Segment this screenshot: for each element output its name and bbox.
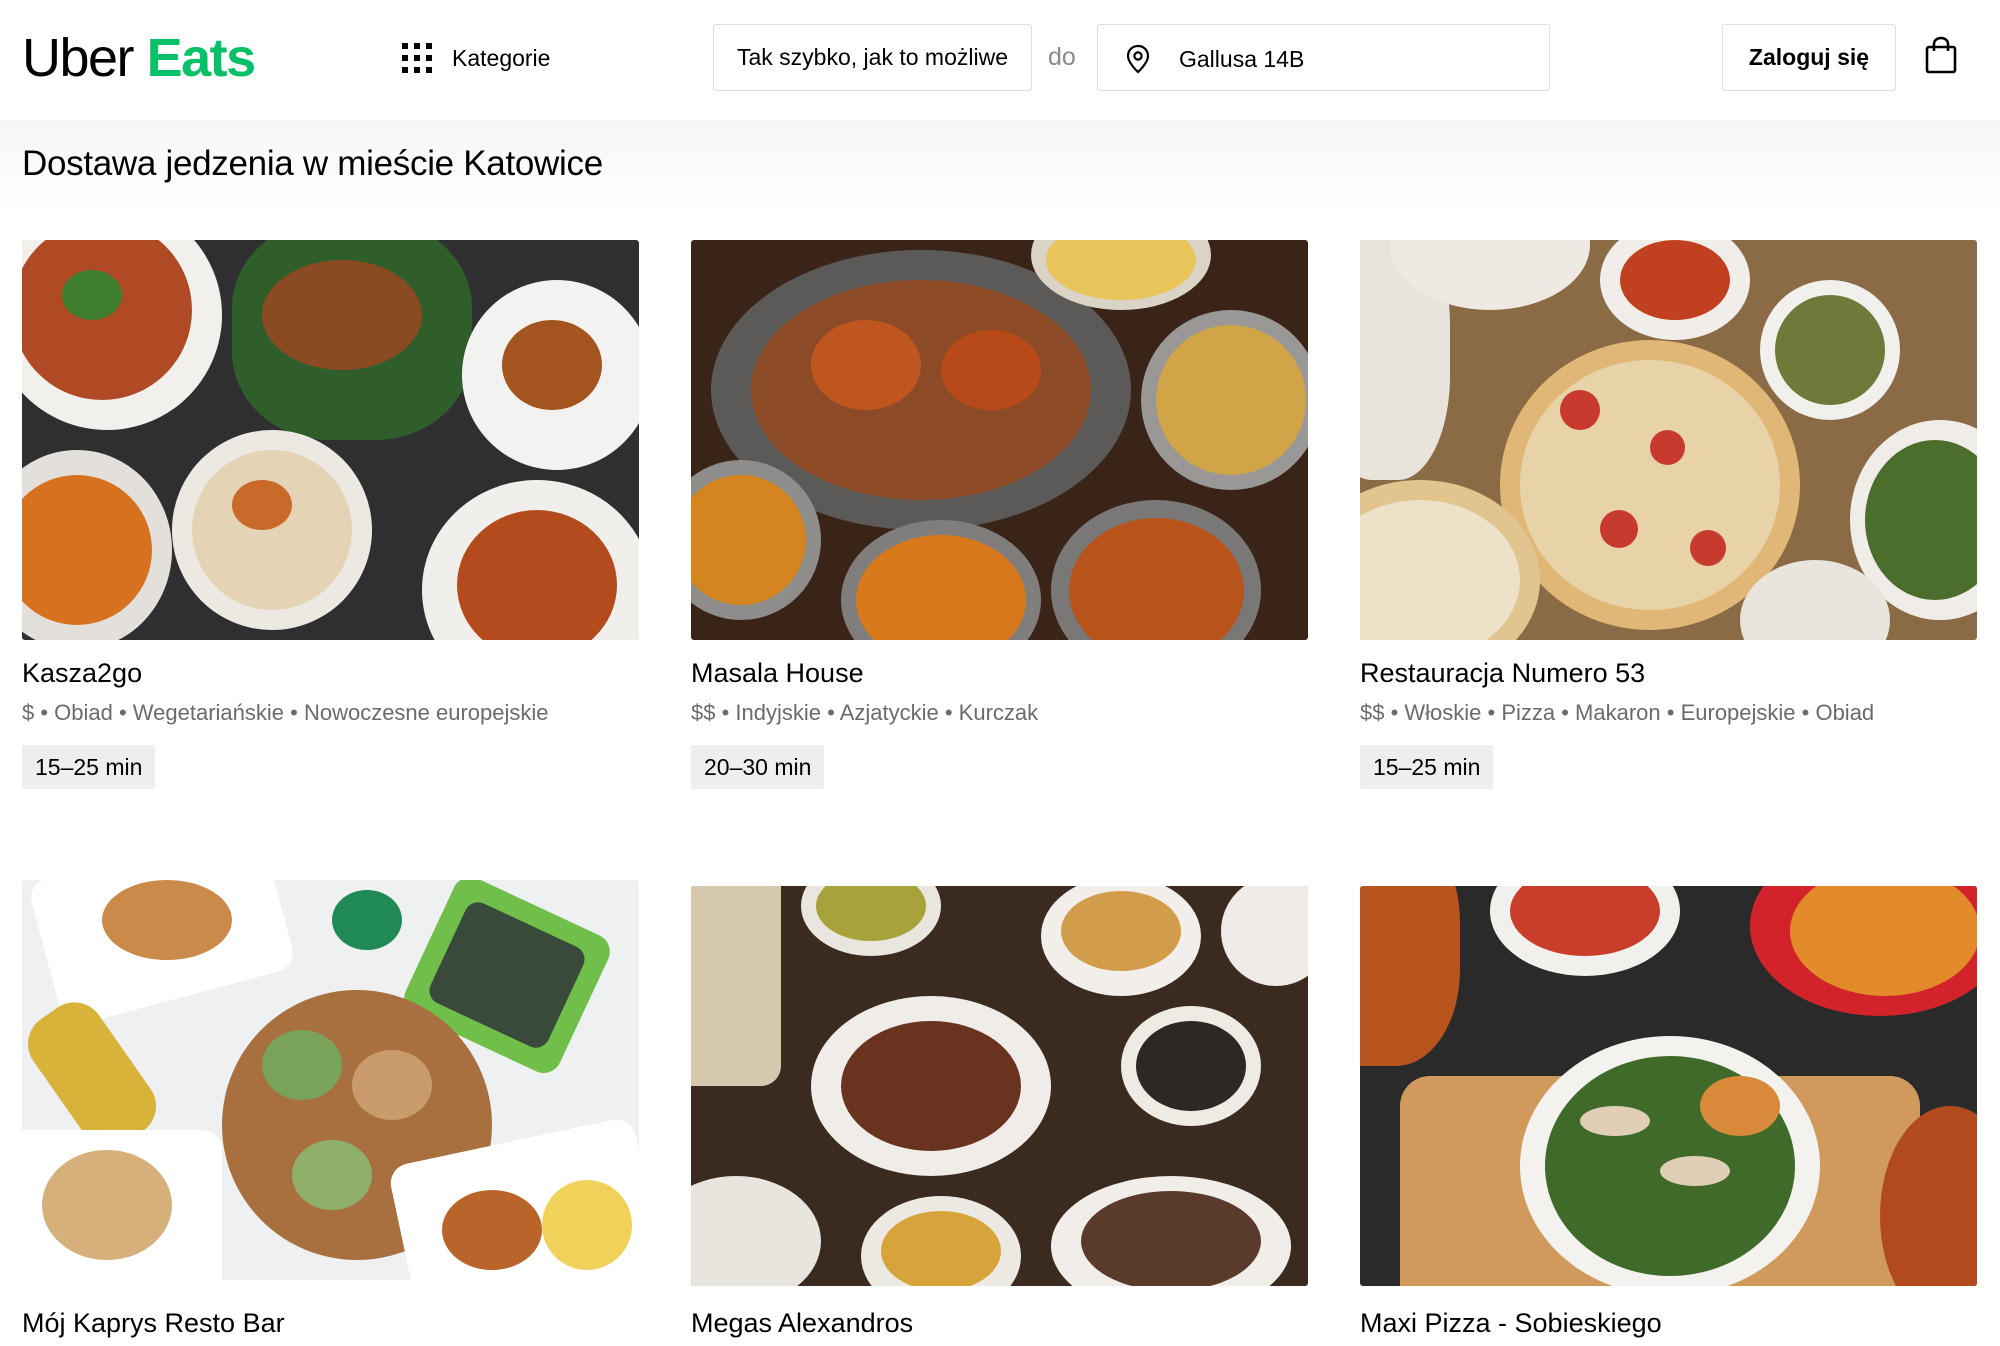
grid-icon: [402, 43, 432, 73]
restaurant-card[interactable]: Kasza2go $ • Obiad • Wegetariańskie • No…: [22, 240, 639, 789]
location-pin-icon: [1126, 44, 1150, 74]
address-input[interactable]: Gallusa 14B: [1097, 24, 1550, 91]
login-label: Zaloguj się: [1748, 44, 1870, 70]
eta-badge: 20–30 min: [691, 745, 825, 789]
delivery-time-selector[interactable]: Tak szybko, jak to możliwe: [713, 24, 1032, 91]
shopping-bag-icon[interactable]: [1924, 36, 1958, 74]
restaurant-card[interactable]: Mój Kaprys Resto Bar: [22, 880, 639, 1338]
restaurant-meta: $$ • Indyjskie • Azjatyckie • Kurczak: [691, 700, 1039, 725]
restaurant-card[interactable]: Megas Alexandros: [691, 886, 1308, 1338]
restaurant-card[interactable]: Restauracja Numero 53 $$ • Włoskie • Piz…: [1360, 240, 1977, 789]
restaurant-photo[interactable]: [22, 880, 639, 1280]
categories-label: Kategorie: [452, 44, 551, 71]
restaurant-meta: $$ • Włoskie • Pizza • Makaron • Europej…: [1360, 700, 1875, 725]
eta-badge: 15–25 min: [1360, 745, 1494, 789]
restaurant-name[interactable]: Masala House: [691, 658, 864, 689]
logo-uber-text: Uber: [22, 28, 135, 88]
eta-badge: 15–25 min: [22, 745, 156, 789]
restaurant-name[interactable]: Megas Alexandros: [691, 1308, 913, 1339]
restaurant-card[interactable]: Maxi Pizza - Sobieskiego: [1360, 886, 1977, 1338]
page-title: Dostawa jedzenia w mieście Katowice: [22, 144, 603, 183]
restaurant-photo[interactable]: [1360, 886, 1977, 1286]
categories-button[interactable]: Kategorie: [402, 38, 550, 78]
delivery-time-value: Tak szybko, jak to możliwe: [737, 44, 1008, 70]
restaurant-name[interactable]: Maxi Pizza - Sobieskiego: [1360, 1308, 1662, 1339]
uber-eats-logo[interactable]: Uber Eats: [22, 26, 257, 90]
restaurant-photo[interactable]: [691, 240, 1308, 640]
address-value: Gallusa 14B: [1179, 46, 1305, 72]
restaurant-meta: $ • Obiad • Wegetariańskie • Nowoczesne …: [22, 700, 549, 725]
logo-eats-text: Eats: [146, 28, 257, 88]
restaurant-name[interactable]: Restauracja Numero 53: [1360, 658, 1645, 689]
login-button[interactable]: Zaloguj się: [1722, 24, 1896, 91]
restaurant-photo[interactable]: [22, 240, 639, 640]
top-nav: Uber Eats Kategorie Tak szybko, jak to m…: [0, 0, 2000, 120]
restaurant-photo[interactable]: [1360, 240, 1977, 640]
restaurant-name[interactable]: Kasza2go: [22, 658, 142, 689]
to-label: do: [1048, 43, 1076, 71]
restaurant-photo[interactable]: [691, 886, 1308, 1286]
restaurant-card[interactable]: Masala House $$ • Indyjskie • Azjatyckie…: [691, 240, 1308, 789]
restaurant-name[interactable]: Mój Kaprys Resto Bar: [22, 1308, 285, 1339]
